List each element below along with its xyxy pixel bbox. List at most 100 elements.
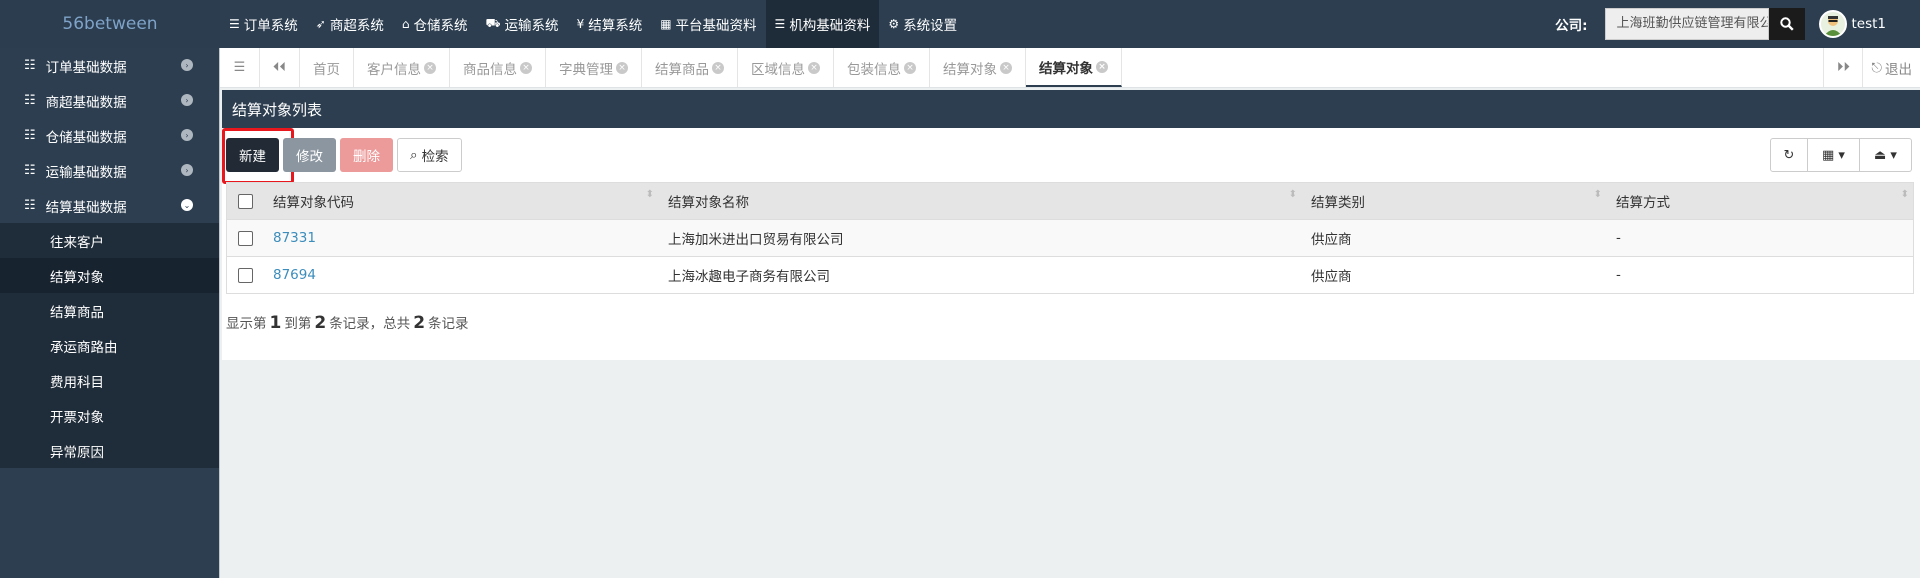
logout-label: 退出 <box>1885 61 1912 78</box>
brand-logo[interactable]: 56between <box>0 0 220 48</box>
close-icon[interactable]: × <box>424 61 436 74</box>
tab-label: 包装信息 <box>847 61 901 78</box>
row-checkbox[interactable] <box>237 230 253 246</box>
select-all-checkbox[interactable] <box>237 193 253 209</box>
nav-settlement-system[interactable]: ¥ 结算系统 <box>568 0 652 48</box>
tab-goods-info[interactable]: 商品信息 × <box>450 48 546 87</box>
tab-region-info[interactable]: 区域信息 × <box>738 48 834 87</box>
yen-icon: ¥ <box>576 17 585 31</box>
sidebar: ☷ 订单基础数据 › ☷ 商超基础数据 › ☷ 仓储基础数据 › ☷ 运输基础数据 › ☷ 结算基… <box>0 48 220 578</box>
search-label: 检索 <box>421 149 449 165</box>
chevron-right-icon: › <box>181 164 193 176</box>
nav-transport-system[interactable]: ⛟ 运输系统 <box>476 0 567 48</box>
tab-home[interactable]: 首页 <box>300 48 354 87</box>
pager-from: 1 <box>269 313 282 333</box>
close-icon[interactable]: × <box>712 61 724 74</box>
close-icon[interactable]: × <box>1096 60 1108 73</box>
tab-label: 结算对象 <box>943 61 997 78</box>
sidebar-subitem[interactable]: 异常原因 <box>0 433 219 468</box>
name-cell: 上海冰趣电子商务有限公司 <box>668 269 830 285</box>
tab-package-info[interactable]: 包装信息 × <box>834 48 930 87</box>
code-link[interactable]: 87694 <box>273 267 316 283</box>
sidebar-subitem[interactable]: 结算商品 <box>0 293 219 328</box>
tab-dictionary[interactable]: 字典管理 × <box>546 48 642 87</box>
nav-platform-data[interactable]: ▦ 平台基础资料 <box>651 0 765 48</box>
close-icon[interactable]: × <box>520 61 532 74</box>
close-icon[interactable]: × <box>1000 61 1012 74</box>
pager-text: 显示第 <box>226 316 267 332</box>
sidebar-submenu: 往来客户 结算对象 结算商品 承运商路由 费用科目 开票对象 异常原因 <box>0 223 219 468</box>
tab-scroll-left-button[interactable]: ⏴⏴ <box>260 48 300 87</box>
menu-toggle-button[interactable]: ☰ <box>220 48 260 87</box>
row-select-cell <box>227 230 263 246</box>
sidebar-item-settlement-data[interactable]: ☷ 结算基础数据 ⌄ <box>0 188 219 223</box>
tab-settlement-object[interactable]: 结算对象 × <box>930 48 1026 87</box>
sidebar-subitem-active[interactable]: 结算对象 <box>0 258 219 293</box>
search-icon: ⌕ <box>410 147 418 163</box>
column-header-code[interactable]: 结算对象代码 ⬍ <box>263 189 658 211</box>
user-name: test1 <box>1851 16 1886 32</box>
tab-settlement-goods[interactable]: 结算商品 × <box>642 48 738 87</box>
nav-label: 结算系统 <box>588 18 643 34</box>
export-button[interactable]: ⏏ ▾ <box>1860 138 1912 172</box>
sidebar-subitem[interactable]: 开票对象 <box>0 398 219 433</box>
sidebar-item-warehouse-data[interactable]: ☷ 仓储基础数据 › <box>0 118 219 153</box>
new-button[interactable]: 新建 <box>226 138 279 172</box>
company-label: 公司: <box>1555 18 1588 34</box>
sidebar-subitem[interactable]: 往来客户 <box>0 223 219 258</box>
close-icon[interactable]: × <box>904 61 916 74</box>
close-icon[interactable]: × <box>616 61 628 74</box>
columns-button[interactable]: ▦ ▾ <box>1808 138 1860 172</box>
tab-label: 结算对象 <box>1039 60 1093 77</box>
panel-title: 结算对象列表 <box>222 90 1920 128</box>
top-nav: ☰ 订单系统 ➶ 商超系统 ⌂ 仓储系统 ⛟ 运输系统 ¥ 结算系统 ▦ 平台基础资料 ☰ 机… <box>220 0 966 48</box>
logout-button[interactable]: ⎋ 退出 <box>1863 48 1920 87</box>
user-menu[interactable]: test1 <box>1819 10 1886 38</box>
nav-org-data[interactable]: ☰ 机构基础资料 <box>765 0 880 48</box>
tab-scroll-right-button[interactable]: ⏵⏵ <box>1823 48 1864 87</box>
column-header-category[interactable]: 结算类别 ⬍ <box>1301 189 1606 211</box>
sidebar-item-supermarket-data[interactable]: ☷ 商超基础数据 › <box>0 83 219 118</box>
row-checkbox[interactable] <box>237 267 253 283</box>
tab-bar: ☰ ⏴⏴ 首页 客户信息 × 商品信息 × 字典管理 × 结算商品 × 区域信息 × 包装… <box>220 48 1920 88</box>
sort-icon: ⬍ <box>645 189 654 200</box>
data-table: 结算对象代码 ⬍ 结算对象名称 ⬍ 结算类别 ⬍ 结算方式 ⬍ 87331 上海加米进出… <box>226 182 1914 294</box>
edit-button[interactable]: 修改 <box>283 138 336 172</box>
code-link[interactable]: 87331 <box>273 230 316 246</box>
row-select-cell <box>227 267 263 283</box>
code-cell: 87694 <box>263 267 658 283</box>
top-navbar: 56between ☰ 订单系统 ➶ 商超系统 ⌂ 仓储系统 ⛟ 运输系统 ¥ 结算系统 … <box>0 0 1920 48</box>
table-row[interactable]: 87694 上海冰趣电子商务有限公司 供应商 - <box>227 256 1913 293</box>
company-search-button[interactable] <box>1769 8 1806 40</box>
sidebar-subitem[interactable]: 承运商路由 <box>0 328 219 363</box>
category-cell: 供应商 <box>1311 232 1352 248</box>
nav-order-system[interactable]: ☰ 订单系统 <box>220 0 307 48</box>
sidebar-item-transport-data[interactable]: ☷ 运输基础数据 › <box>0 153 219 188</box>
sidebar-item-order-data[interactable]: ☷ 订单基础数据 › <box>0 48 219 83</box>
double-right-icon: ⏵⏵ <box>1836 60 1850 75</box>
nav-system-settings[interactable]: ⚙ 系统设置 <box>879 0 966 48</box>
tab-label: 区域信息 <box>751 61 805 78</box>
pager-text: 条记录 <box>428 316 469 332</box>
company-input[interactable]: 上海班勤供应链管理有限公司 <box>1605 8 1770 40</box>
sidebar-subitem[interactable]: 费用科目 <box>0 363 219 398</box>
close-icon[interactable]: × <box>808 61 820 74</box>
pager-text: 条记录，总共 <box>329 316 411 332</box>
table-row[interactable]: 87331 上海加米进出口贸易有限公司 供应商 - <box>227 219 1913 256</box>
search-button[interactable]: ⌕ 检索 <box>397 138 462 172</box>
method-cell: - <box>1616 267 1621 283</box>
name-cell: 上海加米进出口贸易有限公司 <box>668 232 844 248</box>
refresh-button[interactable]: ↻ <box>1770 138 1808 172</box>
sidebar-item-label: 运输基础数据 <box>45 164 127 181</box>
column-header-name[interactable]: 结算对象名称 ⬍ <box>658 189 1301 211</box>
tab-settlement-object-active[interactable]: 结算对象 × <box>1026 48 1122 87</box>
column-label: 结算对象名称 <box>668 195 749 211</box>
column-header-method[interactable]: 结算方式 ⬍ <box>1606 189 1913 211</box>
nav-supermarket-system[interactable]: ➶ 商超系统 <box>307 0 393 48</box>
nav-warehouse-system[interactable]: ⌂ 仓储系统 <box>393 0 477 48</box>
gear-icon: ⚙ <box>888 17 900 31</box>
double-left-icon: ⏴⏴ <box>273 60 286 75</box>
tab-customer-info[interactable]: 客户信息 × <box>354 48 450 87</box>
content-panel: 结算对象列表 新建 修改 删除 ⌕ 检索 ↻ ▦ ▾ ⏏ ▾ 结算对象代码 ⬍ 结算… <box>222 90 1920 360</box>
delete-button[interactable]: 删除 <box>340 138 393 172</box>
